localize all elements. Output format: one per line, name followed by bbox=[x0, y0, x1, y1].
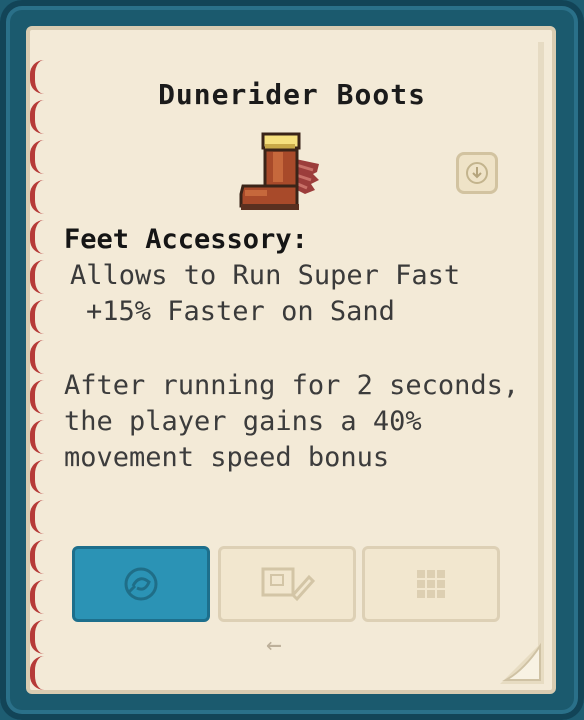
binding-ring bbox=[30, 180, 49, 214]
binding-ring bbox=[30, 620, 49, 654]
page-tabs bbox=[72, 546, 502, 624]
tab-map[interactable] bbox=[218, 546, 356, 622]
dunerider-boots-icon bbox=[239, 132, 319, 210]
tab-grid[interactable] bbox=[362, 546, 500, 622]
item-category: Feet Accessory: bbox=[64, 224, 308, 255]
map-pencil-icon bbox=[261, 567, 315, 602]
back-button[interactable]: ← bbox=[266, 630, 282, 660]
page-edge bbox=[538, 42, 544, 678]
swirl-icon bbox=[124, 567, 158, 601]
item-title: Dunerider Boots bbox=[158, 78, 426, 111]
item-description: After running for 2 seconds, the player … bbox=[64, 370, 520, 473]
binding-ring bbox=[30, 420, 49, 454]
page-curl-icon[interactable] bbox=[500, 640, 544, 684]
binding-ring bbox=[30, 380, 49, 414]
binding-ring bbox=[30, 260, 49, 294]
binding-ring bbox=[30, 656, 49, 690]
download-button[interactable] bbox=[456, 152, 498, 194]
binding-ring bbox=[30, 540, 49, 574]
binding-ring bbox=[30, 140, 49, 174]
binding-ring bbox=[30, 500, 49, 534]
page-binding bbox=[30, 60, 52, 690]
binding-ring bbox=[30, 340, 49, 374]
left-arrow-icon: ← bbox=[266, 630, 282, 660]
item-stat: +15% Faster on Sand bbox=[86, 296, 395, 327]
down-arrow-icon bbox=[466, 162, 488, 184]
binding-ring bbox=[30, 220, 49, 254]
binding-ring bbox=[30, 300, 49, 334]
item-stat: Allows to Run Super Fast bbox=[70, 260, 461, 291]
grid-icon bbox=[417, 570, 445, 598]
tab-swirl[interactable] bbox=[72, 546, 210, 622]
binding-ring bbox=[30, 580, 49, 614]
binding-ring bbox=[30, 460, 49, 494]
